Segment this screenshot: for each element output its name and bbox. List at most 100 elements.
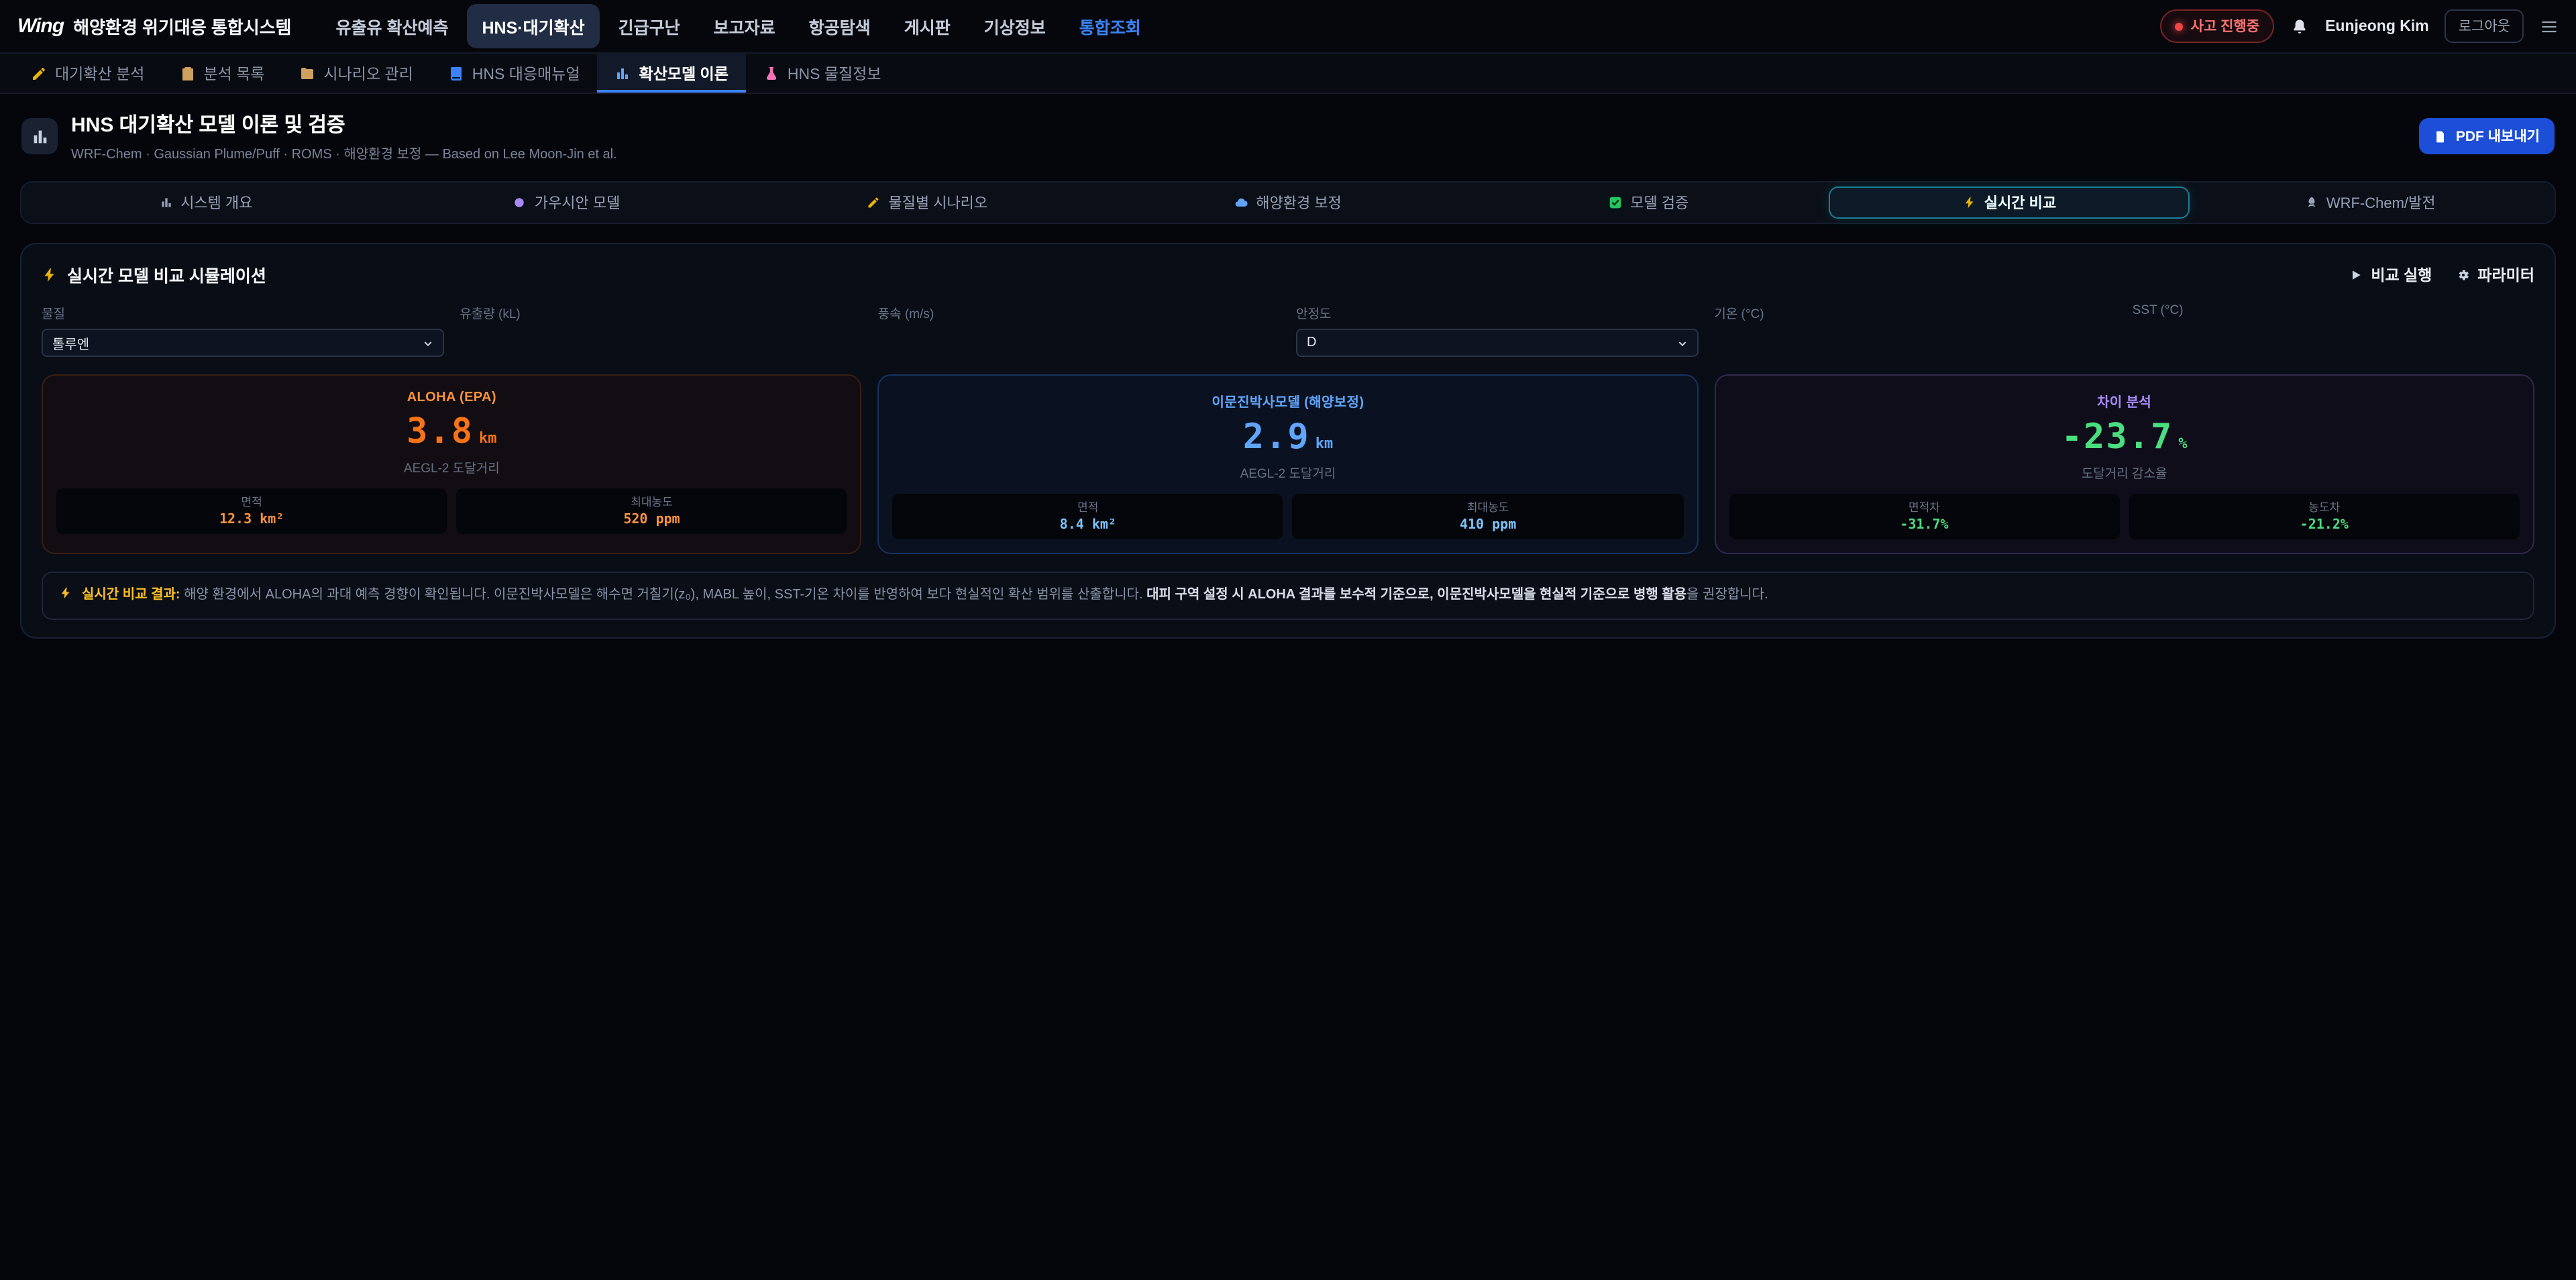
stat-concentration-diff: 농도차 -21.2% (2129, 494, 2520, 539)
brand[interactable]: Wing 해양환경 위기대응 통합시스템 (17, 13, 292, 39)
stat-value: 8.4 km² (893, 518, 1283, 533)
wind-speed-input[interactable] (878, 330, 1280, 356)
subtab-label: HNS 물질정보 (788, 62, 881, 84)
chevron-down-icon (1676, 337, 1687, 348)
bar-chart-icon (159, 196, 172, 209)
topnav-right: 사고 진행중 Eunjeong Kim 로그아웃 (2160, 9, 2559, 43)
tab-realtime-comparison[interactable]: 실시간 비교 (1829, 186, 2190, 219)
subtab-hns-substance-info[interactable]: HNS 물질정보 (746, 54, 899, 93)
run-comparison-button[interactable]: 비교 실행 (2349, 264, 2432, 285)
nav-item-hns-atmospheric[interactable]: HNS·대기확산 (467, 4, 599, 48)
logo-icon: Wing (17, 15, 64, 38)
air-temp-input[interactable] (1714, 330, 2116, 356)
subtab-diffusion-model-theory[interactable]: 확산모델 이론 (598, 54, 746, 93)
simulation-controls: 물질 톨루엔 유출량 (kL) 풍속 (m/s) 안정도 D (42, 303, 2534, 357)
document-icon (2434, 129, 2448, 143)
note-prefix: 실시간 비교 결과: (82, 588, 180, 602)
main-menu: 유출유 확산예측 HNS·대기확산 긴급구난 보고자료 항공탐색 게시판 기상정… (321, 4, 1156, 48)
note-body-1: 해양 환경에서 ALOHA의 과대 예측 경향이 확인됩니다. 이문진박사모델은… (180, 588, 1147, 602)
control-label: 유출량 (kL) (460, 303, 861, 322)
stat-max-concentration: 최대농도 410 ppm (1293, 494, 1683, 539)
stat-label: 면적 (56, 494, 447, 510)
note-body-2: 을 권장합니다. (1686, 588, 1768, 602)
comparison-cards: ALOHA (EPA) 3.8km AEGL-2 도달거리 면적 12.3 km… (42, 374, 2534, 554)
bolt-icon (42, 266, 58, 282)
tab-label: WRF-Chem/발전 (2326, 192, 2436, 213)
control-spill-amount: 유출량 (kL) (460, 303, 861, 357)
run-comparison-label: 비교 실행 (2371, 264, 2432, 285)
chevron-down-icon (422, 337, 433, 348)
card-value: -23.7% (1729, 417, 2520, 458)
stat-label: 최대농도 (456, 494, 847, 510)
clipboard-icon (179, 65, 195, 81)
app-title: 해양환경 위기대응 통합시스템 (73, 13, 291, 39)
parameters-button[interactable]: 파라미터 (2456, 264, 2534, 285)
realtime-comparison-panel: 실시간 모델 비교 시뮬레이션 비교 실행 파라미터 물질 톨루엔 (20, 243, 2556, 638)
tab-ocean-correction[interactable]: 해양환경 보정 (1108, 186, 1468, 219)
bell-icon[interactable] (2290, 17, 2309, 36)
tab-substance-scenarios[interactable]: 물질별 시나리오 (747, 186, 1108, 219)
pdf-export-button[interactable]: PDF 내보내기 (2420, 118, 2555, 154)
stat-value: -31.7% (1729, 518, 2119, 533)
sst-input[interactable] (2133, 326, 2534, 352)
incident-status-badge[interactable]: 사고 진행중 (2160, 9, 2274, 43)
nav-item-weather-info[interactable]: 기상정보 (969, 4, 1061, 48)
user-name[interactable]: Eunjeong Kim (2325, 18, 2429, 34)
tab-model-validation[interactable]: 모델 검증 (1468, 186, 1829, 219)
subtab-analysis-list[interactable]: 분석 목록 (162, 54, 282, 93)
section-tabs: 시스템 개요 가우시안 모델 물질별 시나리오 해양환경 보정 모델 검증 실시… (20, 181, 2556, 224)
tab-wrf-chem[interactable]: WRF-Chem/발전 (2190, 186, 2551, 219)
panel-title-label: 실시간 모델 비교 시뮬레이션 (67, 262, 266, 287)
substance-select[interactable]: 톨루엔 (42, 329, 443, 357)
ocean-model-result-card: 이문진박사모델 (해양보정) 2.9km AEGL-2 도달거리 면적 8.4 … (878, 374, 1699, 554)
stat-value: 520 ppm (456, 513, 847, 527)
subtab-scenario-management[interactable]: 시나리오 관리 (282, 54, 430, 93)
nav-item-aerial-search[interactable]: 항공탐색 (794, 4, 885, 48)
control-label: SST (°C) (2133, 303, 2534, 318)
nav-item-board[interactable]: 게시판 (890, 4, 965, 48)
stat-max-concentration: 최대농도 520 ppm (456, 488, 847, 534)
logout-button[interactable]: 로그아웃 (2445, 9, 2524, 43)
stat-value: 410 ppm (1293, 518, 1683, 533)
incident-dot-icon (2175, 22, 2183, 30)
control-sst: SST (°C) (2133, 303, 2534, 357)
subtab-atmospheric-analysis[interactable]: 대기확산 분석 (13, 54, 162, 93)
stat-value: 12.3 km² (56, 513, 447, 527)
value-unit: % (2178, 435, 2187, 452)
panel-actions: 비교 실행 파라미터 (2349, 264, 2534, 285)
value-unit: km (1316, 435, 1334, 452)
stat-area-diff: 면적차 -31.7% (1729, 494, 2119, 539)
nav-item-oil-spill[interactable]: 유출유 확산예측 (321, 4, 464, 48)
gear-icon (2456, 268, 2469, 281)
tab-gaussian-model[interactable]: 가우시안 모델 (386, 186, 747, 219)
tab-system-overview[interactable]: 시스템 개요 (25, 186, 386, 219)
nav-item-integrated-search[interactable]: 통합조회 (1065, 4, 1156, 48)
value: 3.8 (407, 412, 474, 452)
stability-select[interactable]: D (1296, 329, 1698, 357)
page-header: HNS 대기확산 모델 이론 및 검증 WRF-Chem · Gaussian … (0, 94, 2576, 176)
spill-amount-input[interactable] (460, 330, 861, 356)
subtab-label: 확산모델 이론 (639, 62, 729, 84)
page-title-block: HNS 대기확산 모델 이론 및 검증 WRF-Chem · Gaussian … (71, 110, 617, 162)
card-caption: AEGL-2 도달거리 (893, 463, 1684, 482)
rocket-icon (2305, 196, 2318, 209)
card-caption: 도달거리 감소율 (1729, 463, 2520, 482)
pencil-icon (867, 196, 880, 209)
difference-analysis-card: 차이 분석 -23.7% 도달거리 감소율 면적차 -31.7% 농도차 -21… (1714, 374, 2534, 554)
app-root: Wing 해양환경 위기대응 통합시스템 유출유 확산예측 HNS·대기확산 긴… (0, 0, 2576, 1280)
incident-label: 사고 진행중 (2191, 16, 2259, 36)
play-icon (2349, 268, 2363, 281)
folder-icon (299, 65, 315, 81)
menu-icon[interactable] (2540, 17, 2559, 36)
book-icon (448, 65, 464, 81)
subtab-label: 시나리오 관리 (323, 62, 413, 84)
subtab-hns-response-manual[interactable]: HNS 대응매뉴얼 (431, 54, 598, 93)
stability-select-value: D (1307, 335, 1316, 350)
card-stats: 면적 12.3 km² 최대농도 520 ppm (56, 488, 847, 534)
stat-label: 면적 (893, 499, 1283, 515)
control-label: 풍속 (m/s) (878, 303, 1280, 322)
nav-item-reports[interactable]: 보고자료 (699, 4, 790, 48)
control-substance: 물질 톨루엔 (42, 303, 443, 357)
top-navigation: Wing 해양환경 위기대응 통합시스템 유출유 확산예측 HNS·대기확산 긴… (0, 0, 2576, 54)
nav-item-emergency-rescue[interactable]: 긴급구난 (604, 4, 695, 48)
